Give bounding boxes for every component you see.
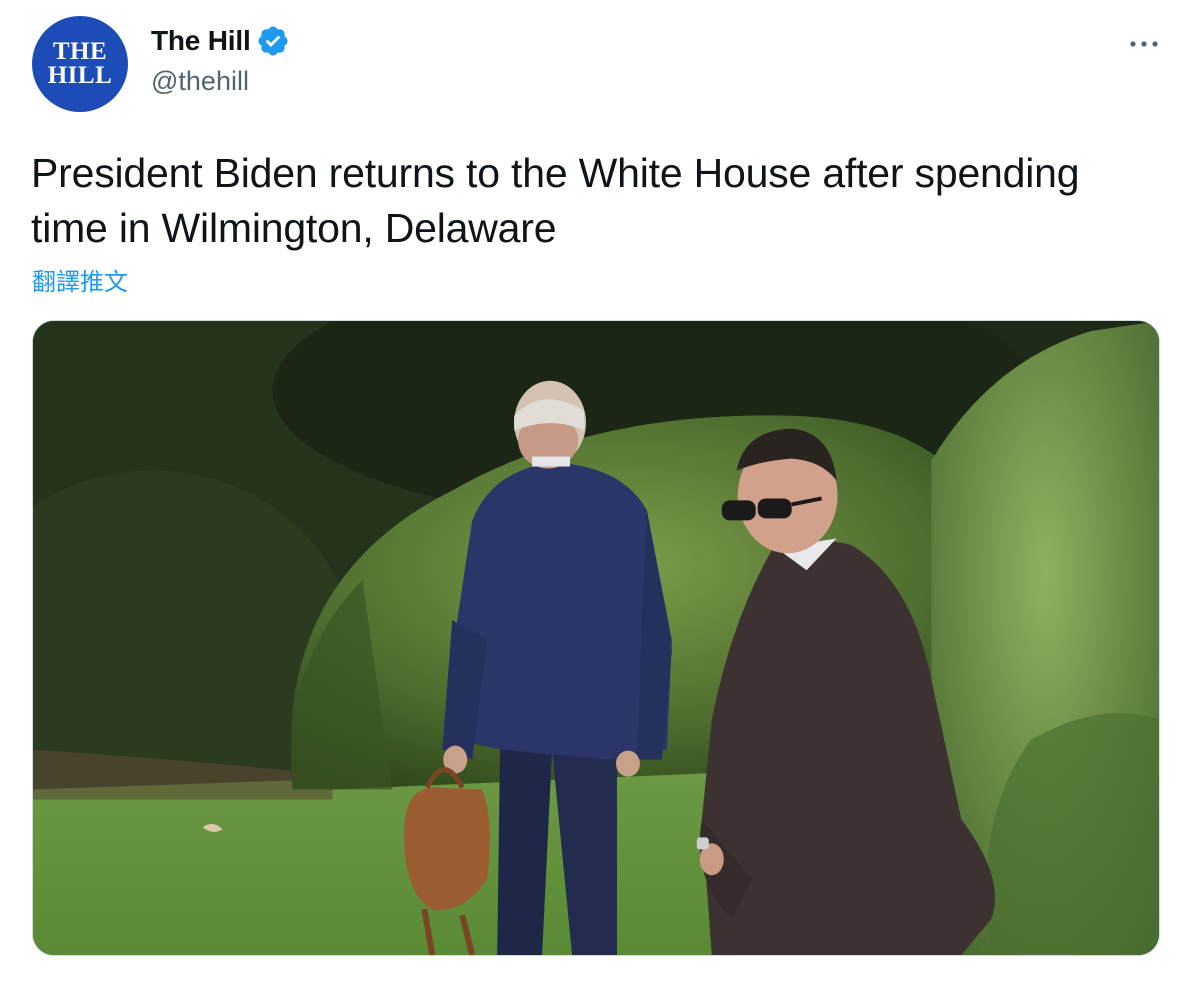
author-name-row: The Hill xyxy=(151,24,290,58)
photo-illustration xyxy=(33,321,1159,955)
avatar-text-line1: THE xyxy=(52,38,108,66)
more-horizontal-icon[interactable] xyxy=(1126,26,1162,62)
avatar[interactable]: THE HILL xyxy=(32,16,128,112)
verified-badge-icon xyxy=(258,26,288,56)
tweet-card: THE HILL The Hill @thehill President Bid… xyxy=(0,0,1188,984)
tweet-text: President Biden returns to the White Hou… xyxy=(31,150,1080,251)
handle[interactable]: @thehill xyxy=(151,66,249,97)
avatar-text-line2: HILL xyxy=(47,62,113,89)
display-name[interactable]: The Hill xyxy=(151,25,251,57)
translate-tweet-link[interactable]: 翻譯推文 xyxy=(32,262,128,297)
media-image[interactable] xyxy=(32,320,1160,956)
